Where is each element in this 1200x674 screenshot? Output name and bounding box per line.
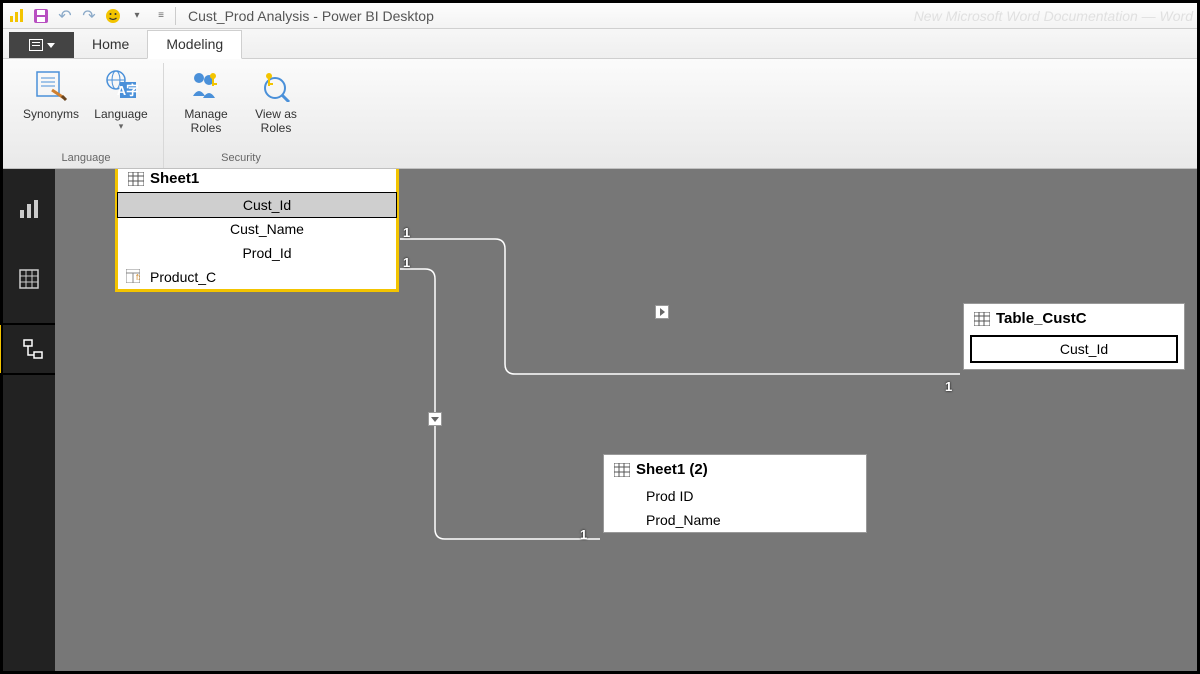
entity-sheet1[interactable]: Sheet1 Cust_Id Cust_Name Prod_Id fx Prod… xyxy=(115,169,399,292)
app-icon xyxy=(7,6,27,26)
ribbon-group-security: Manage Roles View as Roles Security xyxy=(164,63,318,168)
language-label: Language xyxy=(94,107,147,121)
language-icon: A字 xyxy=(103,67,139,103)
view-as-roles-label-1: View as xyxy=(255,107,297,121)
entity-name: Sheet1 (2) xyxy=(636,461,708,478)
field-prod-id[interactable]: Prod_Id xyxy=(118,241,396,265)
field-product-c[interactable]: fx Product_C xyxy=(118,265,396,289)
ribbon-group-language: Synonyms A字 Language ▾ Language xyxy=(9,63,164,168)
svg-text:fx: fx xyxy=(136,273,140,282)
calculated-column-icon: fx xyxy=(126,269,140,283)
view-switcher xyxy=(3,169,55,671)
file-menu-button[interactable] xyxy=(9,32,74,58)
redo-icon[interactable]: ↷ xyxy=(79,6,99,26)
manage-roles-icon xyxy=(188,67,224,103)
file-menu-icon xyxy=(29,39,43,51)
smiley-icon[interactable] xyxy=(103,6,123,26)
view-as-roles-label-2: Roles xyxy=(261,121,292,135)
data-view-button[interactable] xyxy=(3,255,55,303)
synonyms-icon xyxy=(33,67,69,103)
table-icon xyxy=(614,463,630,477)
window-title: Cust_Prod Analysis - Power BI Desktop xyxy=(188,8,434,24)
entity-header[interactable]: Table_CustC xyxy=(964,304,1184,333)
view-as-roles-icon xyxy=(258,67,294,103)
qat-overflow-icon[interactable]: ≡ xyxy=(151,6,171,26)
field-cust-id[interactable]: Cust_Id xyxy=(118,193,396,217)
entity-sheet1-2[interactable]: Sheet1 (2) Prod ID Prod_Name xyxy=(603,454,867,533)
save-icon[interactable] xyxy=(31,6,51,26)
entity-table-custc[interactable]: Table_CustC Cust_Id xyxy=(963,303,1185,370)
entity-header[interactable]: Sheet1 xyxy=(118,169,396,193)
undo-icon[interactable]: ↶ xyxy=(55,6,75,26)
entity-name: Table_CustC xyxy=(996,310,1087,327)
tab-home[interactable]: Home xyxy=(74,31,147,58)
field-label: Product_C xyxy=(150,269,216,285)
view-as-roles-button[interactable]: View as Roles xyxy=(244,63,308,149)
dropdown-icon[interactable]: ▾ xyxy=(127,6,147,26)
workspace: 1 1 1 1 Sheet1 Cust_Id Cust_Name Prod_Id… xyxy=(3,169,1197,671)
entity-header[interactable]: Sheet1 (2) xyxy=(604,455,866,484)
tab-modeling[interactable]: Modeling xyxy=(147,30,242,59)
manage-roles-label-1: Manage xyxy=(184,107,227,121)
synonyms-button[interactable]: Synonyms xyxy=(19,63,83,149)
background-window-title: New Microsoft Word Documentation — Word xyxy=(914,8,1193,24)
ribbon-group-label: Security xyxy=(221,149,261,168)
table-icon xyxy=(974,312,990,326)
report-view-button[interactable] xyxy=(3,185,55,233)
chevron-down-icon xyxy=(47,43,55,48)
manage-roles-label-2: Roles xyxy=(191,121,222,135)
model-canvas[interactable]: 1 1 1 1 Sheet1 Cust_Id Cust_Name Prod_Id… xyxy=(55,169,1197,671)
ribbon-group-label: Language xyxy=(62,149,111,168)
synonyms-label: Synonyms xyxy=(23,107,79,121)
field-prod-id[interactable]: Prod ID xyxy=(604,484,866,508)
chevron-down-icon: ▾ xyxy=(119,121,124,132)
svg-text:A字: A字 xyxy=(117,83,138,98)
field-cust-id[interactable]: Cust_Id xyxy=(972,337,1176,361)
entity-name: Sheet1 xyxy=(150,170,199,187)
quick-access-toolbar: ↶ ↷ ▾ ≡ xyxy=(7,6,171,26)
ribbon: Synonyms A字 Language ▾ Language Manage R… xyxy=(3,59,1197,169)
manage-roles-button[interactable]: Manage Roles xyxy=(174,63,238,149)
field-prod-name[interactable]: Prod_Name xyxy=(604,508,866,532)
field-cust-name[interactable]: Cust_Name xyxy=(118,217,396,241)
language-button[interactable]: A字 Language ▾ xyxy=(89,63,153,149)
ribbon-tab-strip: Home Modeling xyxy=(3,29,1197,59)
table-icon xyxy=(128,172,144,186)
separator xyxy=(175,7,176,25)
title-bar: ↶ ↷ ▾ ≡ Cust_Prod Analysis - Power BI De… xyxy=(3,3,1197,29)
